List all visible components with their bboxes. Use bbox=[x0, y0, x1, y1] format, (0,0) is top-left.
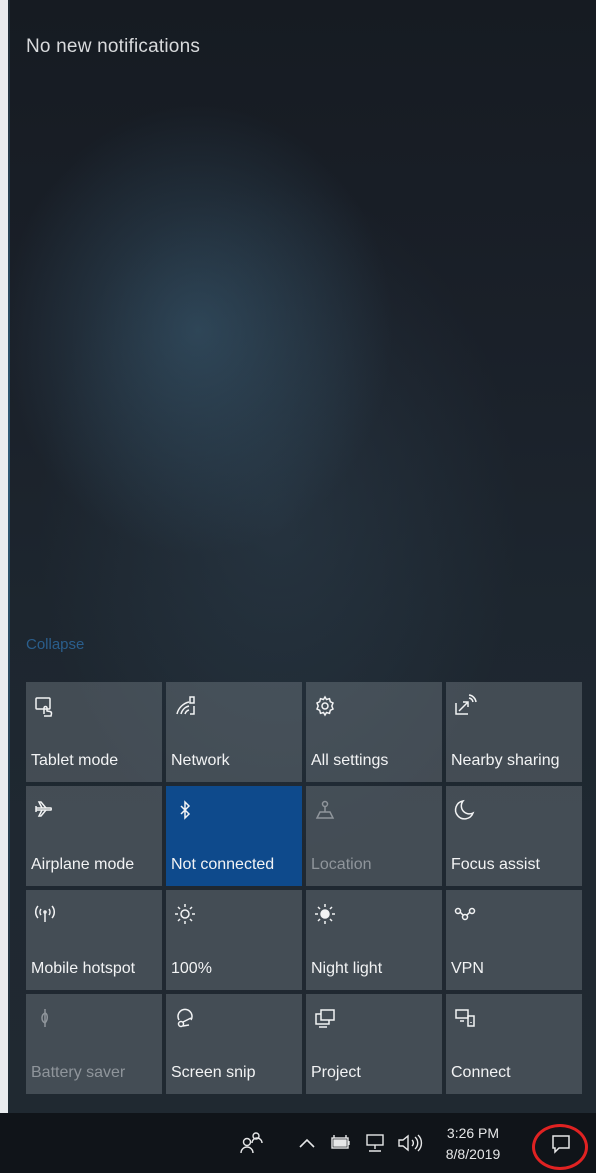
tile-label: All settings bbox=[311, 752, 389, 769]
tile-project[interactable]: Project bbox=[306, 994, 442, 1094]
tile-bluetooth[interactable]: Not connected bbox=[166, 786, 302, 886]
chevron-up-icon[interactable] bbox=[298, 1136, 316, 1150]
tile-label: Airplane mode bbox=[31, 856, 135, 873]
battery-saver-icon bbox=[33, 1006, 57, 1030]
notifications-header: No new notifications bbox=[26, 36, 201, 57]
tile-label: Location bbox=[311, 856, 372, 873]
tile-label: Focus assist bbox=[451, 856, 540, 873]
tile-battery-saver[interactable]: Battery saver bbox=[26, 994, 162, 1094]
hotspot-icon bbox=[33, 902, 57, 926]
connect-icon bbox=[453, 1006, 477, 1030]
tile-label: Battery saver bbox=[31, 1064, 126, 1081]
tile-label: 100% bbox=[171, 960, 212, 977]
network-tray-icon[interactable] bbox=[364, 1133, 386, 1153]
tile-label: Project bbox=[311, 1064, 361, 1081]
tile-network[interactable]: Network bbox=[166, 682, 302, 782]
tile-tablet-mode[interactable]: Tablet mode bbox=[26, 682, 162, 782]
tile-brightness[interactable]: 100% bbox=[166, 890, 302, 990]
tile-label: VPN bbox=[451, 960, 484, 977]
tile-screen-snip[interactable]: Screen snip bbox=[166, 994, 302, 1094]
nearby-sharing-icon bbox=[453, 694, 477, 718]
highlight-ring bbox=[532, 1124, 588, 1170]
screen-snip-icon bbox=[173, 1006, 197, 1030]
moon-icon bbox=[453, 798, 477, 822]
vpn-icon bbox=[453, 902, 477, 926]
tablet-mode-icon bbox=[33, 694, 57, 718]
tile-label: Screen snip bbox=[171, 1064, 256, 1081]
collapse-link[interactable]: Collapse bbox=[26, 636, 84, 653]
battery-icon[interactable] bbox=[330, 1134, 352, 1152]
tile-night-light[interactable]: Night light bbox=[306, 890, 442, 990]
bluetooth-icon bbox=[173, 798, 197, 822]
airplane-icon bbox=[33, 798, 57, 822]
quick-actions-grid: Tablet mode Network All settings Nearby … bbox=[26, 682, 582, 1094]
night-light-icon bbox=[313, 902, 337, 926]
tile-all-settings[interactable]: All settings bbox=[306, 682, 442, 782]
location-icon bbox=[313, 798, 337, 822]
brightness-icon bbox=[173, 902, 197, 926]
taskbar-clock[interactable]: 3:26 PM 8/8/2019 bbox=[438, 1123, 508, 1165]
tile-label: Not connected bbox=[171, 856, 275, 873]
tile-focus-assist[interactable]: Focus assist bbox=[446, 786, 582, 886]
volume-icon[interactable] bbox=[396, 1133, 424, 1153]
tile-label: Connect bbox=[451, 1064, 511, 1081]
clock-time: 3:26 PM bbox=[446, 1125, 500, 1141]
tile-location[interactable]: Location bbox=[306, 786, 442, 886]
desktop-edge bbox=[0, 0, 8, 1113]
tile-connect[interactable]: Connect bbox=[446, 994, 582, 1094]
tile-nearby-sharing[interactable]: Nearby sharing bbox=[446, 682, 582, 782]
project-icon bbox=[313, 1006, 337, 1030]
panel-edge bbox=[8, 0, 10, 1113]
clock-date: 8/8/2019 bbox=[445, 1146, 501, 1162]
tile-label: Night light bbox=[311, 960, 383, 977]
tile-label: Tablet mode bbox=[31, 752, 119, 769]
tile-label: Network bbox=[171, 752, 230, 769]
people-icon[interactable] bbox=[238, 1129, 266, 1155]
gear-icon bbox=[313, 694, 337, 718]
network-icon bbox=[173, 694, 197, 718]
tile-mobile-hotspot[interactable]: Mobile hotspot bbox=[26, 890, 162, 990]
tile-label: Mobile hotspot bbox=[31, 960, 136, 977]
tile-airplane-mode[interactable]: Airplane mode bbox=[26, 786, 162, 886]
tile-vpn[interactable]: VPN bbox=[446, 890, 582, 990]
tile-label: Nearby sharing bbox=[451, 752, 560, 769]
